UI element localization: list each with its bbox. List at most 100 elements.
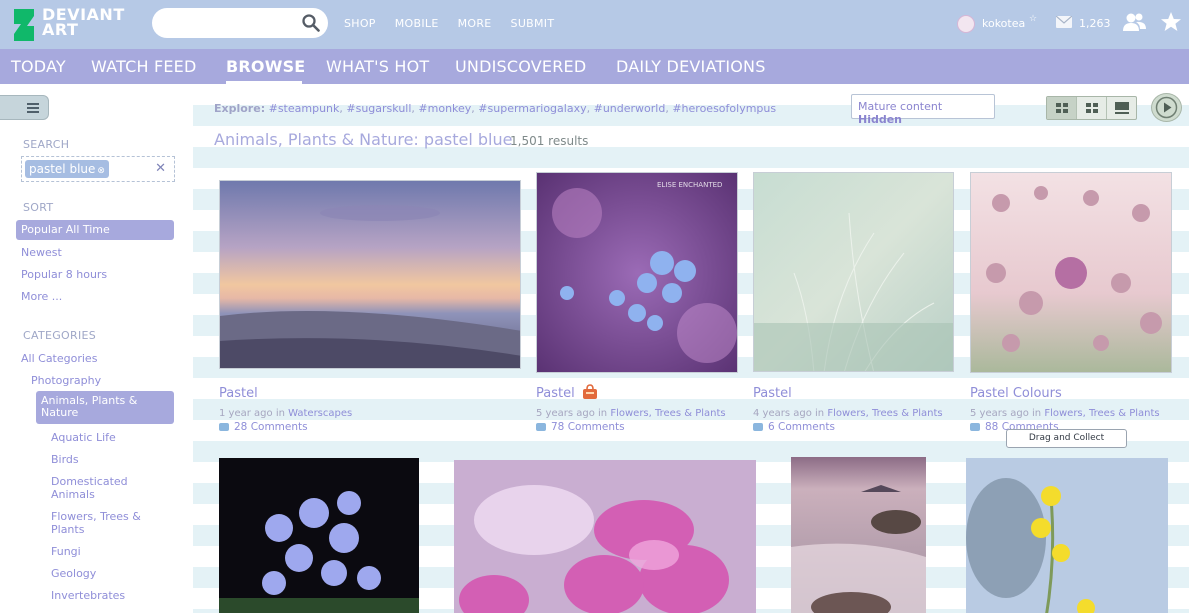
category-all[interactable]: All Categories xyxy=(21,352,97,365)
tab-today[interactable]: TODAY xyxy=(11,57,66,76)
mail-icon[interactable] xyxy=(1056,16,1072,28)
deviation-thumbnail[interactable] xyxy=(219,458,419,613)
deviation-thumbnail[interactable] xyxy=(970,172,1172,373)
subcategory-geology[interactable]: Geology xyxy=(51,567,96,580)
deviation-meta: 1 year ago in Waterscapes xyxy=(219,408,353,419)
deviation-category[interactable]: Flowers, Trees & Plants xyxy=(1044,408,1159,419)
nav-mobile[interactable]: MOBILE xyxy=(395,17,439,30)
explore-bar: Explore: #steampunk, #sugarskull, #monke… xyxy=(214,102,777,115)
deviation-comments[interactable]: 6 Comments xyxy=(753,421,835,433)
top-nav: SHOP MOBILE MORE SUBMIT xyxy=(344,17,573,30)
explore-tag[interactable]: #underworld xyxy=(594,102,666,115)
search-icon[interactable] xyxy=(302,14,320,32)
avatar[interactable] xyxy=(957,15,975,33)
deviantart-wordmark: DEVIANT ART xyxy=(42,5,125,39)
view-grid-large-button[interactable] xyxy=(1077,97,1107,119)
deviation-title[interactable]: Pastel Colours xyxy=(970,386,1062,401)
deviation-title[interactable]: Pastel xyxy=(219,386,258,401)
favourites-star-icon[interactable] xyxy=(1160,11,1182,33)
remove-tag-icon[interactable]: ⊗ xyxy=(97,166,105,176)
pink-hydrangea-image xyxy=(454,460,756,613)
sea-rocks-image xyxy=(791,457,926,613)
nav-shop[interactable]: SHOP xyxy=(344,17,376,30)
deviation-thumbnail[interactable] xyxy=(753,172,954,372)
search-input[interactable] xyxy=(152,8,328,38)
mature-label: Mature content xyxy=(858,100,943,113)
explore-label: Explore: xyxy=(214,102,266,115)
deviation-thumbnail[interactable] xyxy=(966,458,1168,613)
comment-icon xyxy=(219,423,229,431)
slideshow-button[interactable] xyxy=(1151,93,1182,122)
tab-whats-hot[interactable]: WHAT'S HOT xyxy=(326,57,429,76)
deviation-title[interactable]: Pastel xyxy=(536,386,575,401)
grass-image xyxy=(754,173,953,371)
sidebar-toggle-button[interactable] xyxy=(0,95,49,120)
tab-daily-deviations[interactable]: DAILY DEVIATIONS xyxy=(616,57,766,76)
comment-icon xyxy=(536,423,546,431)
blue-forget-me-not-image: ELISE ENCHANTED xyxy=(537,173,737,372)
deviation-meta: 4 years ago in Flowers, Trees & Plants xyxy=(753,408,943,419)
deviation-category[interactable]: Flowers, Trees & Plants xyxy=(610,408,725,419)
categories-heading: CATEGORIES xyxy=(23,329,97,342)
image-watermark: ELISE ENCHANTED xyxy=(657,181,722,189)
explore-tag[interactable]: #monkey xyxy=(418,102,471,115)
shop-bag-icon[interactable] xyxy=(582,384,598,400)
blue-phlox-image xyxy=(219,458,419,613)
comment-icon xyxy=(970,423,980,431)
view-mode-switcher xyxy=(1046,96,1137,120)
deviantart-logo-icon xyxy=(14,9,34,41)
list-view-icon xyxy=(1115,102,1129,114)
sort-more[interactable]: More ... xyxy=(21,290,62,303)
explore-tag[interactable]: #sugarskull xyxy=(346,102,411,115)
explore-tag[interactable]: #steampunk xyxy=(269,102,340,115)
menu-icon xyxy=(27,103,39,113)
deviation-comments[interactable]: 28 Comments xyxy=(219,421,308,433)
comment-icon xyxy=(753,423,763,431)
deviation-title[interactable]: Pastel xyxy=(753,386,792,401)
nav-more[interactable]: MORE xyxy=(458,17,492,30)
sort-popular-all-time[interactable]: Popular All Time xyxy=(16,220,174,240)
deviation-meta: 5 years ago in Flowers, Trees & Plants xyxy=(970,408,1160,419)
subcategory-fungi[interactable]: Fungi xyxy=(51,545,81,558)
deviation-comments[interactable]: 78 Comments xyxy=(536,421,625,433)
category-photography[interactable]: Photography xyxy=(31,374,101,387)
explore-tag[interactable]: #heroesofolympus xyxy=(672,102,776,115)
sort-heading: SORT xyxy=(23,201,54,214)
subcategory-flowers-trees-plants[interactable]: Flowers, Trees & Plants xyxy=(51,510,161,536)
view-list-button[interactable] xyxy=(1107,97,1137,119)
category-animals-plants-nature[interactable]: Animals, Plants & Nature xyxy=(36,391,174,424)
member-star-icon: ☆ xyxy=(1029,14,1038,24)
mature-content-toggle[interactable]: Mature content Hidden xyxy=(851,94,995,126)
deviation-thumbnail[interactable] xyxy=(454,460,756,613)
nav-submit[interactable]: SUBMIT xyxy=(511,17,555,30)
sort-newest[interactable]: Newest xyxy=(21,246,62,259)
deviation-thumbnail[interactable] xyxy=(219,180,521,369)
subcategory-aquatic-life[interactable]: Aquatic Life xyxy=(51,431,116,444)
deviation-category[interactable]: Flowers, Trees & Plants xyxy=(827,408,942,419)
drag-and-collect-tooltip: Drag and Collect xyxy=(1006,429,1127,448)
sort-popular-8-hours[interactable]: Popular 8 hours xyxy=(21,268,107,281)
deviation-thumbnail[interactable]: ELISE ENCHANTED xyxy=(536,172,738,373)
friends-icon[interactable] xyxy=(1122,12,1146,32)
search-tag[interactable]: pastel blue ⊗ xyxy=(25,160,109,178)
message-count[interactable]: 1,263 xyxy=(1079,17,1111,30)
deviation-category[interactable]: Waterscapes xyxy=(288,408,352,419)
deviation-meta: 5 years ago in Flowers, Trees & Plants xyxy=(536,408,726,419)
deviantart-logo[interactable]: DEVIANT ART xyxy=(12,7,132,43)
grid-small-icon xyxy=(1056,103,1068,113)
sunset-beach-image xyxy=(220,181,520,368)
username[interactable]: kokotea xyxy=(982,17,1025,30)
subcategory-domesticated-animals[interactable]: Domesticated Animals xyxy=(51,475,141,501)
subcategory-birds[interactable]: Birds xyxy=(51,453,79,466)
view-grid-small-button[interactable] xyxy=(1047,97,1077,119)
mature-state: Hidden xyxy=(858,113,903,126)
search-tag-field[interactable]: pastel blue ⊗ ✕ xyxy=(21,156,175,182)
explore-tag[interactable]: #supermariogalaxy xyxy=(478,102,586,115)
tab-browse[interactable]: BROWSE xyxy=(226,57,305,76)
clear-search-icon[interactable]: ✕ xyxy=(155,161,166,176)
yellow-flowers-image xyxy=(966,458,1168,613)
tab-watch-feed[interactable]: WATCH FEED xyxy=(91,57,197,76)
subcategory-invertebrates[interactable]: Invertebrates xyxy=(51,589,125,602)
deviation-thumbnail[interactable] xyxy=(791,457,926,613)
tab-undiscovered[interactable]: UNDISCOVERED xyxy=(455,57,586,76)
